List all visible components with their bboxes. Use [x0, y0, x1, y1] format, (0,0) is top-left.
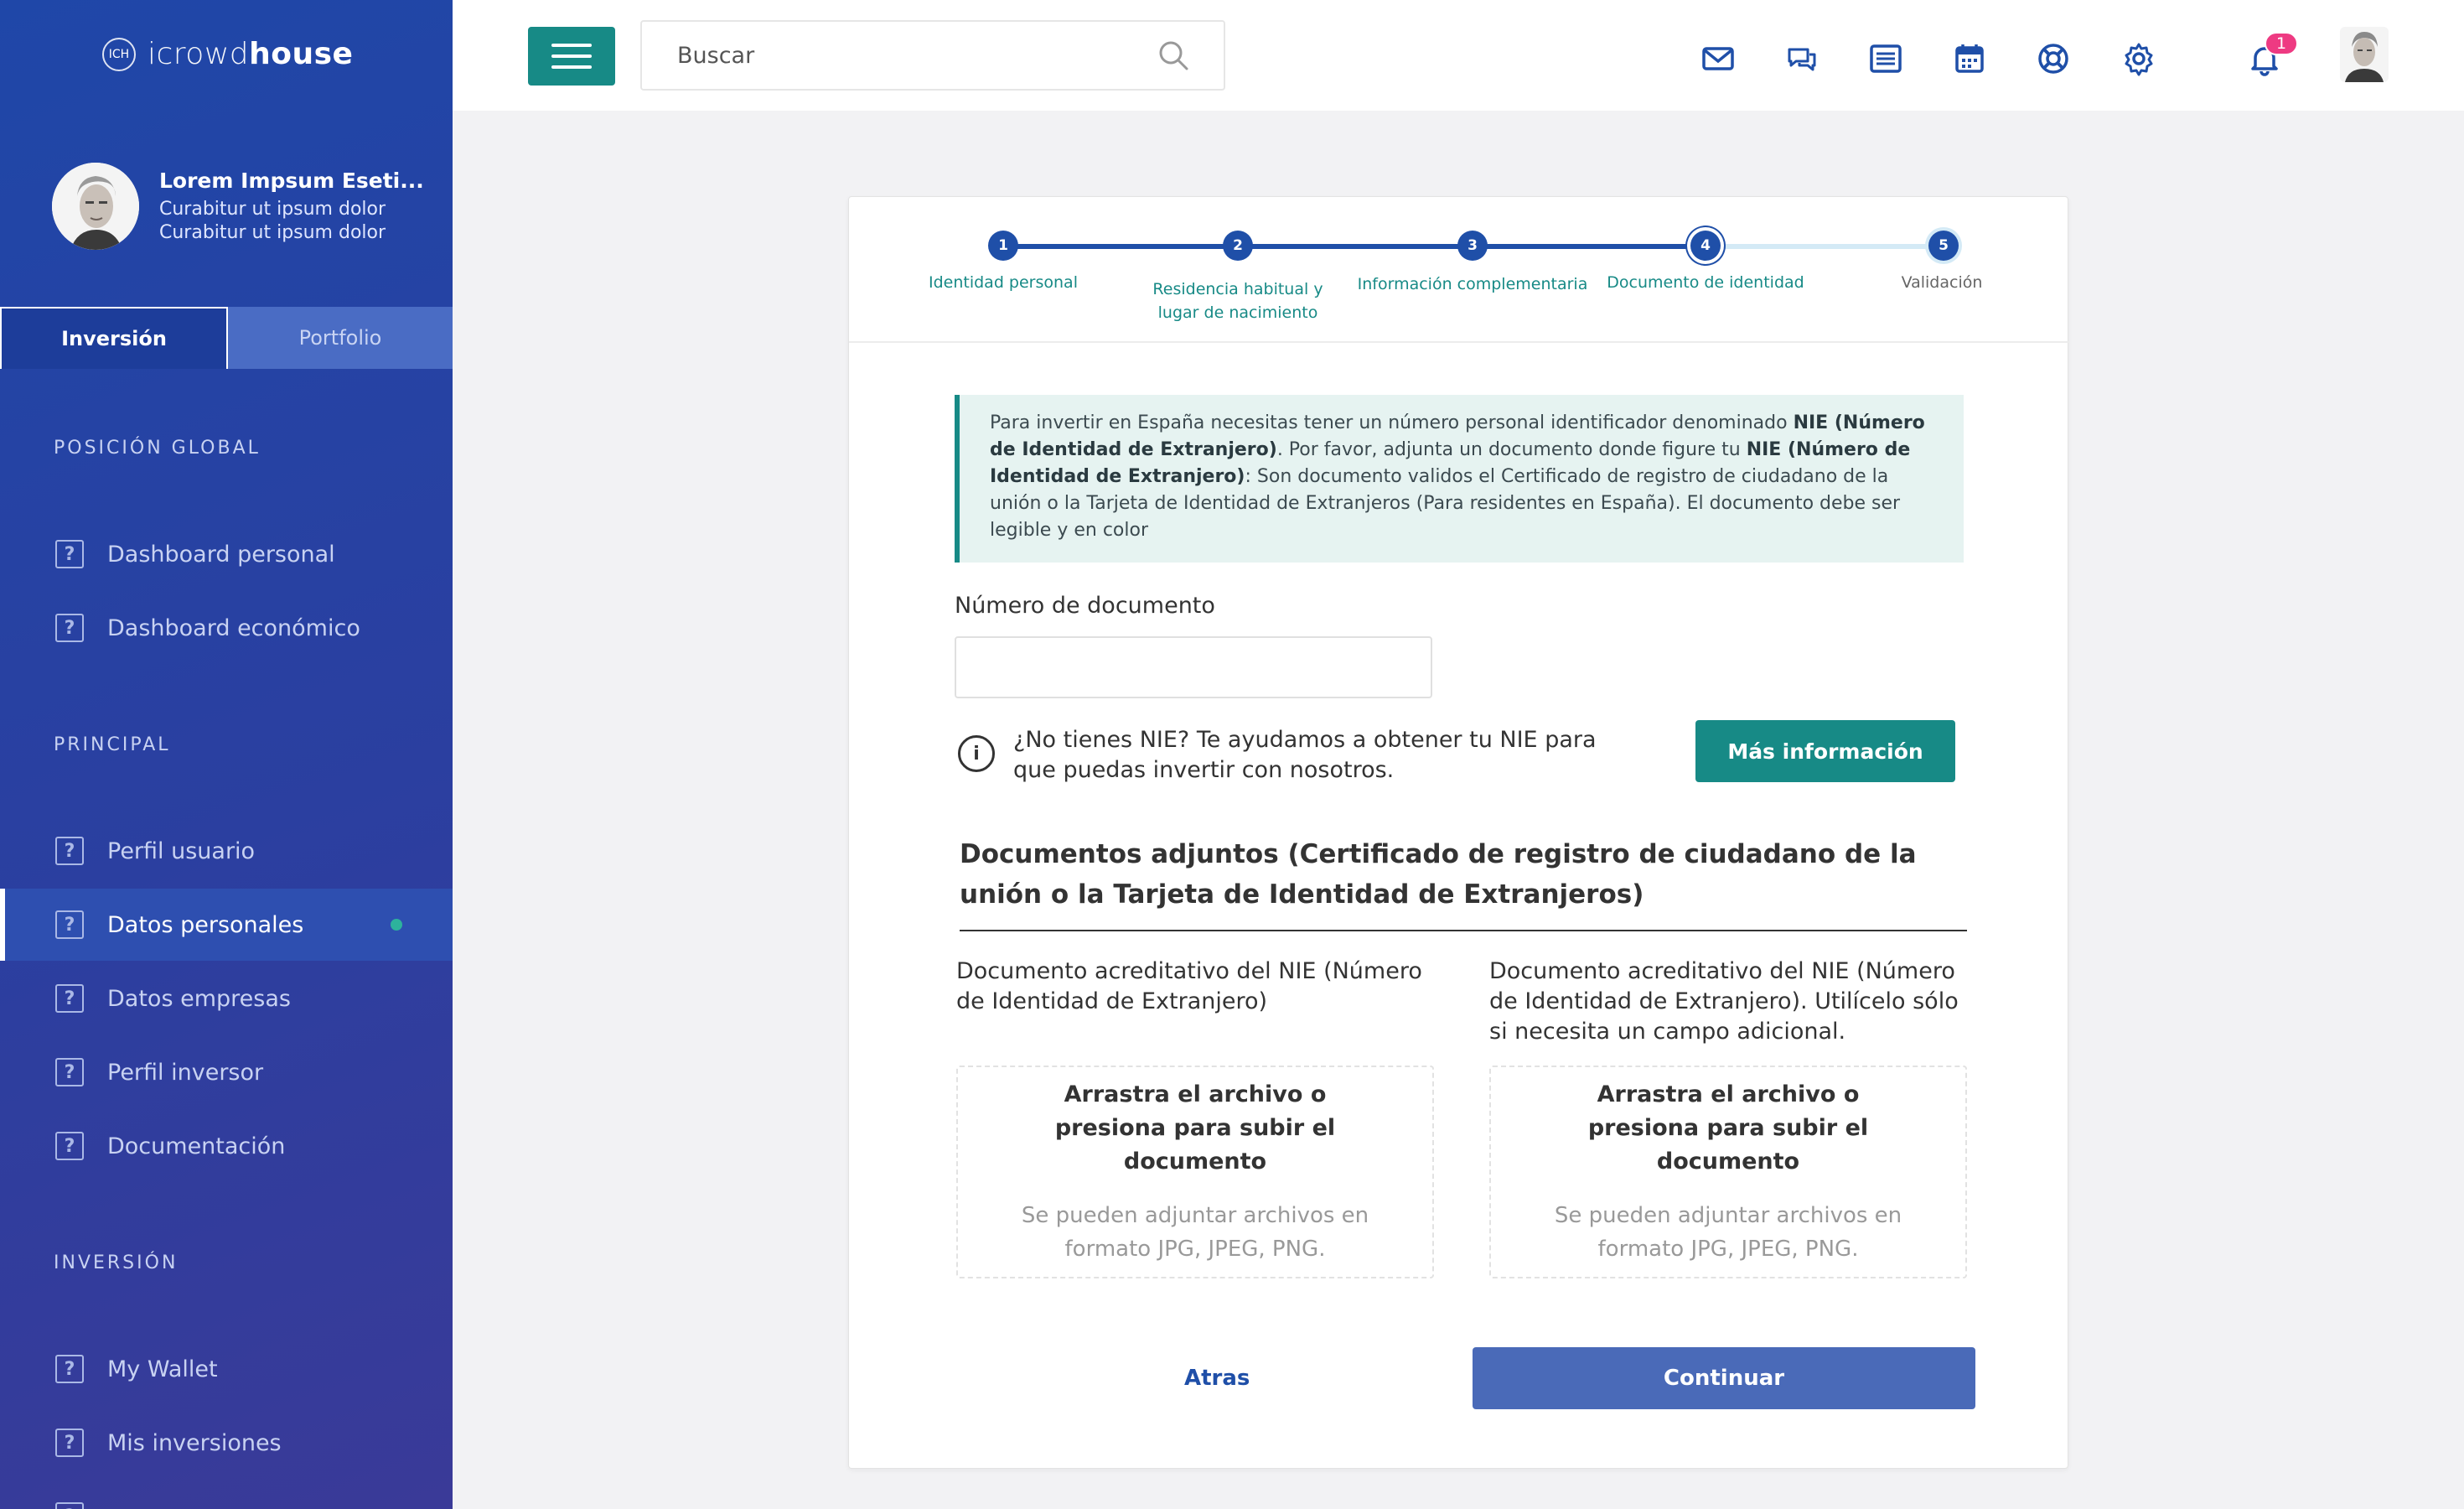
sidebar-item-dashboard-personal[interactable]: ? Dashboard personal — [0, 518, 453, 590]
help-icon: ? — [55, 837, 84, 865]
dropzone-2[interactable]: Arrastra el archivo o presiona para subi… — [1489, 1066, 1967, 1278]
sidebar-item-perfil-usuario[interactable]: ? Perfil usuario — [0, 815, 453, 887]
sidebar-item-label: Perfil usuario — [107, 837, 256, 864]
logo-wordmark: icrowdhouse — [148, 37, 354, 71]
gear-icon[interactable] — [2120, 40, 2157, 77]
step-3-label: Información complementaria — [1357, 275, 1588, 293]
continue-button[interactable]: Continuar — [1473, 1347, 1975, 1409]
search-input[interactable] — [676, 41, 1157, 70]
notification-badge: 1 — [2265, 32, 2298, 55]
sidebar-item-datos-personales[interactable]: ? Datos personales — [0, 889, 453, 961]
sidebar-item-perfil-inversor[interactable]: ? Perfil inversor — [0, 1036, 453, 1108]
sidebar-item-label: My Wallet — [107, 1356, 218, 1382]
attachments-title: Documentos adjuntos (Certificado de regi… — [960, 834, 1967, 931]
search-box — [640, 20, 1225, 91]
sidebar-item-label: Datos personales — [107, 911, 304, 938]
dropzone-1[interactable]: Arrastra el archivo o presiona para subi… — [956, 1066, 1434, 1278]
avatar[interactable] — [52, 163, 139, 250]
list-icon[interactable] — [1867, 40, 1904, 77]
sidebar-item-label: Documentación — [107, 1133, 286, 1159]
stepper-pending-line — [1724, 244, 1959, 249]
help-icon: ? — [55, 1502, 84, 1509]
step-3-dot[interactable]: 3 — [1457, 231, 1488, 261]
profile-name: Lorem Impsum Eseti... — [159, 168, 424, 193]
help-icon: ? — [55, 984, 84, 1013]
step-5-dot[interactable]: 5 — [1928, 231, 1959, 261]
more-info-button[interactable]: Más información — [1695, 720, 1955, 782]
sidebar-item-label: Datos empresas — [107, 985, 291, 1012]
dropzone-main-text: Arrastra el archivo o presiona para subi… — [1054, 1081, 1336, 1175]
sidebar-tabs: Inversión Portfolio — [0, 307, 453, 369]
sidebar: ICH icrowdhouse Lorem Impsum Eseti... Cu… — [0, 0, 453, 1509]
sidebar-item-documentacion[interactable]: ? Documentación — [0, 1110, 453, 1182]
mail-icon[interactable] — [1700, 40, 1737, 77]
step-1-dot[interactable]: 1 — [988, 231, 1018, 261]
dropzone-hint-text: Se pueden adjuntar archivos en formato J… — [1554, 1203, 1902, 1262]
menu-toggle-button[interactable] — [528, 27, 615, 86]
chat-icon[interactable] — [1783, 40, 1820, 77]
stepper: 1 2 3 4 5 Identidad personal Residencia … — [849, 197, 2069, 343]
tab-portfolio[interactable]: Portfolio — [228, 307, 453, 369]
profile-line-1: Curabitur ut ipsum dolor — [159, 198, 386, 220]
section-posicion-global: POSICIÓN GLOBAL — [54, 438, 261, 459]
help-icon: ? — [55, 540, 84, 568]
profile-line-2: Curabitur ut ipsum dolor — [159, 221, 386, 243]
nie-notice: Para invertir en España necesitas tener … — [955, 395, 1964, 563]
form-card: 1 2 3 4 5 Identidad personal Residencia … — [848, 196, 2069, 1469]
user-profile: Lorem Impsum Eseti... Curabitur ut ipsum… — [52, 163, 424, 250]
nie-help-text: ¿No tienes NIE? Te ayudamos a obtener tu… — [1013, 727, 1597, 783]
lifebuoy-icon[interactable] — [2035, 40, 2072, 77]
profile-text: Lorem Impsum Eseti... Curabitur ut ipsum… — [159, 169, 424, 245]
sidebar-item-label: Dashboard económico — [107, 614, 360, 641]
search-icon[interactable] — [1157, 39, 1190, 72]
sidebar-item-my-wallet[interactable]: ? My Wallet — [0, 1333, 453, 1405]
active-indicator-dot — [391, 919, 402, 931]
attachment-1-title: Documento acreditativo del NIE (Número d… — [956, 958, 1422, 1014]
sidebar-item-label: Mis inversiones — [107, 1429, 282, 1456]
sidebar-item-mis-inversiones[interactable]: ? Mis inversiones — [0, 1407, 453, 1479]
help-icon: ? — [55, 910, 84, 939]
stepper-progress-line — [1003, 244, 1724, 249]
step-1-label: Identidad personal — [929, 273, 1078, 292]
sidebar-item-label: Perfil inversor — [107, 1059, 264, 1086]
top-bar — [453, 0, 2464, 111]
step-2-dot[interactable]: 2 — [1223, 231, 1253, 261]
attachment-2-title: Documento acreditativo del NIE (Número d… — [1489, 958, 1959, 1045]
hamburger-icon — [551, 44, 592, 47]
section-inversion: INVERSIÓN — [54, 1252, 179, 1273]
top-avatar[interactable] — [2340, 27, 2389, 82]
logo[interactable]: ICH icrowdhouse — [102, 37, 353, 71]
help-icon: ? — [55, 1355, 84, 1383]
step-4-dot[interactable]: 4 — [1690, 231, 1721, 261]
step-5-label: Validación — [1901, 273, 1983, 292]
sidebar-item-dashboard-economico[interactable]: ? Dashboard económico — [0, 592, 453, 664]
sidebar-item-next[interactable]: ? — [0, 1480, 453, 1509]
logo-mark: ICH — [102, 37, 136, 71]
document-number-input[interactable] — [955, 636, 1432, 698]
nie-help: i ¿No tienes NIE? Te ayudamos a obtener … — [958, 725, 1645, 786]
calendar-icon[interactable] — [1951, 40, 1988, 77]
help-icon: ? — [55, 1429, 84, 1457]
info-icon: i — [958, 735, 995, 772]
tab-inversion[interactable]: Inversión — [0, 307, 228, 369]
sidebar-item-datos-empresas[interactable]: ? Datos empresas — [0, 962, 453, 1035]
dropzone-main-text: Arrastra el archivo o presiona para subi… — [1587, 1081, 1869, 1175]
help-icon: ? — [55, 614, 84, 642]
help-icon: ? — [55, 1058, 84, 1086]
sidebar-item-label: Dashboard personal — [107, 541, 335, 568]
back-link[interactable]: Atras — [1184, 1366, 1250, 1391]
dropzone-hint-text: Se pueden adjuntar archivos en formato J… — [1021, 1203, 1369, 1262]
document-number-label: Número de documento — [955, 593, 1215, 619]
step-4-label: Documento de identidad — [1607, 273, 1804, 292]
help-icon: ? — [55, 1132, 84, 1160]
section-principal: PRINCIPAL — [54, 734, 171, 755]
step-2-label: Residencia habitual y lugar de nacimient… — [1152, 280, 1323, 322]
